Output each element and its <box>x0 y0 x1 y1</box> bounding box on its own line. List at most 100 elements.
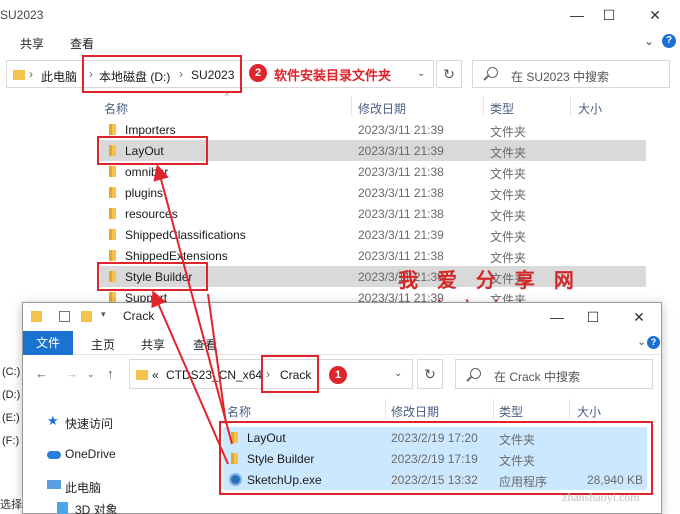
maximize-button[interactable]: ☐ <box>579 306 607 328</box>
column-header-type[interactable]: 类型 <box>490 100 514 117</box>
close-button[interactable]: ✕ <box>640 4 670 26</box>
annotation-box-crack-files <box>219 421 653 495</box>
front-titlebar: ▾ Crack — ☐ ✕ <box>23 303 661 331</box>
row-name: plugins <box>125 186 164 200</box>
tab-view[interactable]: 查看 <box>193 336 217 353</box>
back-arrow-icon[interactable]: ← <box>35 366 48 381</box>
window-title: SU2023 <box>0 8 44 22</box>
folder-icon <box>109 187 116 198</box>
column-header-size[interactable]: 大小 <box>578 100 602 117</box>
row-date: 2023/3/11 21:38 <box>358 165 444 179</box>
ribbon-expand-chevron-icon[interactable]: ⌄ <box>644 34 654 48</box>
column-divider[interactable] <box>493 399 494 419</box>
minimize-button[interactable]: — <box>562 4 592 26</box>
search-box[interactable]: 在 SU2023 中搜索 <box>472 60 670 88</box>
tab-share[interactable]: 共享 <box>141 336 165 353</box>
ribbon-expand-chevron-icon[interactable]: ⌄ <box>637 335 646 348</box>
annotation-box-layout <box>97 136 208 165</box>
refresh-button[interactable]: ↻ <box>417 359 443 389</box>
folder-icon <box>109 250 116 261</box>
row-name: omnibar <box>125 165 169 179</box>
folder-icon <box>109 166 116 177</box>
annotation-label-install-dir: 软件安装目录文件夹 <box>274 68 392 83</box>
column-header-size[interactable]: 大小 <box>577 403 601 420</box>
folder-icon <box>109 208 116 219</box>
help-icon[interactable]: ? <box>662 34 676 48</box>
search-placeholder: 在 SU2023 中搜索 <box>511 70 610 84</box>
front-ribbon: 文件 主页 共享 查看 ⌄ ? <box>23 331 661 355</box>
new-folder-icon[interactable] <box>81 311 92 322</box>
search-box[interactable]: 在 Crack 中搜索 <box>455 359 653 389</box>
address-dropdown-icon[interactable]: ⌄ <box>394 368 402 379</box>
column-header-name[interactable]: 名称 <box>227 403 251 420</box>
file-row-plugins[interactable]: plugins 2023/3/11 21:38 文件夹 <box>100 182 646 203</box>
help-icon[interactable]: ? <box>647 336 660 349</box>
recent-dropdown-icon[interactable]: ⌄ <box>87 369 95 380</box>
up-arrow-icon[interactable]: ↑ <box>107 366 114 381</box>
row-date: 2023/3/11 21:39 <box>358 123 444 137</box>
tab-home[interactable]: 主页 <box>91 336 115 353</box>
tab-file[interactable]: 文件 <box>23 331 73 355</box>
column-header-type[interactable]: 类型 <box>499 403 523 420</box>
row-date: 2023/3/11 21:38 <box>358 249 444 263</box>
folder-icon <box>136 370 148 380</box>
breadcrumb-overflow[interactable]: « <box>152 368 159 382</box>
file-row-resources[interactable]: resources 2023/3/11 21:38 文件夹 <box>100 203 646 224</box>
row-name: Importers <box>125 123 176 137</box>
folder-icon <box>109 124 116 135</box>
drive-f[interactable]: (F:) <box>2 435 19 447</box>
back-ribbon: 共享 查看 <box>0 30 680 54</box>
tab-view[interactable]: 查看 <box>70 35 94 52</box>
sidebar-label: 此电脑 <box>65 481 102 495</box>
annotation-badge-2: 2 <box>249 64 267 82</box>
forward-arrow-icon[interactable]: → <box>65 366 78 381</box>
search-icon <box>487 67 498 78</box>
row-name: resources <box>125 207 178 221</box>
row-type: 文件夹 <box>490 230 527 244</box>
star-icon: ★ <box>47 413 59 428</box>
watermark-footer: zhanshaoyi.com <box>562 490 640 504</box>
front-explorer-window: ▾ Crack — ☐ ✕ 文件 主页 共享 查看 ⌄ ? ← → ⌄ ↑ « … <box>22 302 662 514</box>
search-icon <box>470 368 481 379</box>
maximize-button[interactable]: ☐ <box>594 4 624 26</box>
back-titlebar: SU2023 — ☐ ✕ <box>0 0 680 30</box>
column-divider[interactable] <box>385 399 386 419</box>
column-divider[interactable] <box>570 96 571 116</box>
folder-icon <box>13 70 25 80</box>
column-header-name[interactable]: 名称 <box>104 100 128 117</box>
status-text: 选择 <box>0 499 22 511</box>
properties-icon[interactable] <box>59 311 70 322</box>
minimize-button[interactable]: — <box>543 306 571 328</box>
column-divider[interactable] <box>483 96 484 116</box>
folder-icon <box>31 311 42 322</box>
drive-e[interactable]: (E:) <box>2 412 20 424</box>
annotation-badge-1: 1 <box>329 366 347 384</box>
sort-caret-icon: ^ <box>225 92 229 101</box>
column-header-date[interactable]: 修改日期 <box>391 403 439 420</box>
annotation-box-address <box>82 55 242 93</box>
file-row-shipped-classifications[interactable]: ShippedClassifications 2023/3/11 21:39 文… <box>100 224 646 245</box>
sidebar-label: 3D 对象 <box>75 503 118 514</box>
column-header-date[interactable]: 修改日期 <box>358 100 406 117</box>
refresh-button[interactable]: ↻ <box>436 60 462 88</box>
drive-d[interactable]: (D:) <box>2 389 20 401</box>
breadcrumb-ctds23[interactable]: CTDS23_CN_x64 <box>166 368 262 382</box>
address-dropdown-icon[interactable]: ⌄ <box>417 68 425 79</box>
row-name: ShippedExtensions <box>125 249 228 263</box>
sidebar-label: OneDrive <box>65 447 116 461</box>
column-divider[interactable] <box>351 96 352 116</box>
row-type: 文件夹 <box>490 167 527 181</box>
sidebar-label: 快速访问 <box>65 417 114 431</box>
annotation-box-style-builder <box>97 262 208 291</box>
row-type: 文件夹 <box>490 125 527 139</box>
row-type: 文件夹 <box>490 188 527 202</box>
quick-access-dropdown-icon[interactable]: ▾ <box>101 309 112 320</box>
row-name: ShippedClassifications <box>125 228 246 242</box>
chevron-right-icon: › <box>29 67 33 81</box>
column-divider[interactable] <box>569 399 570 419</box>
breadcrumb-this-pc[interactable]: 此电脑 <box>41 68 77 85</box>
annotation-box-crack <box>261 355 319 393</box>
close-button[interactable]: ✕ <box>625 306 653 328</box>
tab-share[interactable]: 共享 <box>20 35 44 52</box>
drive-c[interactable]: (C:) <box>2 366 20 378</box>
